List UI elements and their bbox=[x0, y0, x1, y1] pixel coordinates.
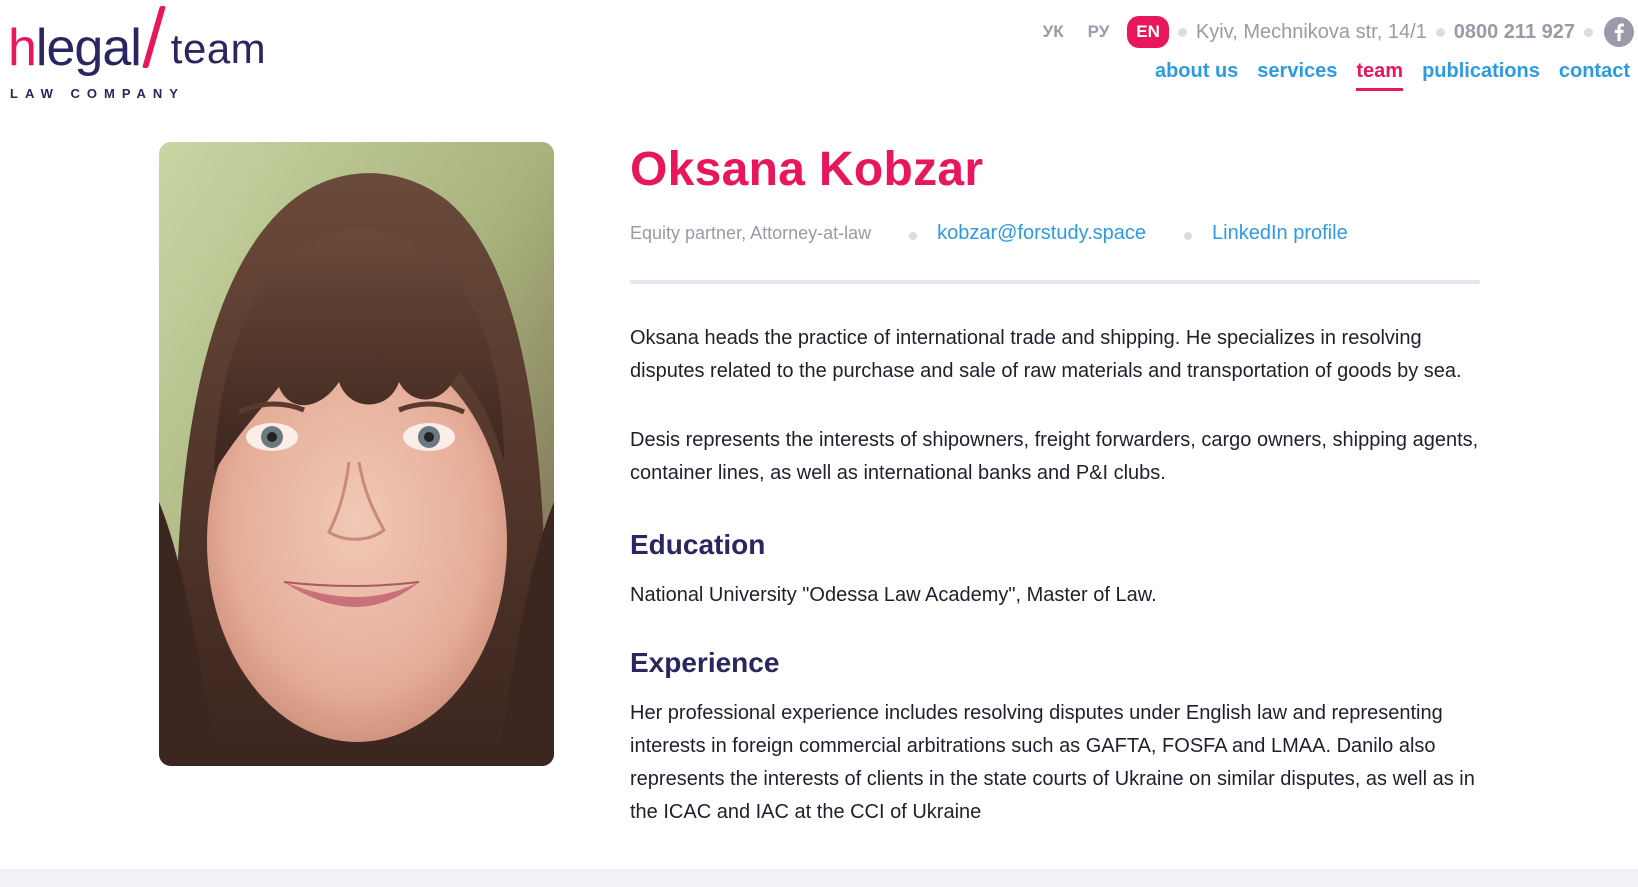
profile-role: Equity partner, Attorney-at-law bbox=[630, 222, 872, 243]
logo-team-text: team bbox=[170, 25, 267, 72]
nav-services[interactable]: services bbox=[1257, 58, 1337, 91]
separator-dot bbox=[1584, 27, 1593, 37]
profile-email-link[interactable]: kobzar@forstudy.space bbox=[937, 222, 1146, 245]
office-address: Kyiv, Mechnikova str, 14/1 bbox=[1195, 20, 1427, 43]
portrait-illustration bbox=[159, 142, 554, 766]
nav-contact[interactable]: contact bbox=[1559, 58, 1630, 91]
logo-h-letter: h bbox=[8, 19, 37, 77]
profile-photo bbox=[159, 142, 554, 766]
profile-content: Oksana Kobzar Equity partner, Attorney-a… bbox=[630, 140, 1480, 829]
nav-publications[interactable]: publications bbox=[1422, 58, 1540, 91]
education-heading: Education bbox=[630, 529, 766, 560]
experience-heading: Experience bbox=[630, 647, 780, 678]
education-text: National University "Odessa Law Academy"… bbox=[630, 584, 1157, 606]
separator-dot bbox=[1435, 27, 1445, 37]
language-ru[interactable]: РУ bbox=[1076, 16, 1122, 48]
main-nav: about us services team publications cont… bbox=[1155, 58, 1630, 91]
logo-hlegal: hlegal bbox=[8, 19, 142, 77]
language-en[interactable]: EN bbox=[1127, 16, 1169, 48]
linkedin-profile-link[interactable]: LinkedIn profile bbox=[1212, 222, 1348, 245]
top-bar: УК РУ EN Kyiv, Mechnikova str, 14/1 0800… bbox=[1031, 14, 1634, 50]
separator-dot bbox=[1184, 232, 1193, 240]
section-divider bbox=[630, 280, 1480, 284]
facebook-icon[interactable] bbox=[1604, 17, 1634, 47]
nav-team[interactable]: team bbox=[1356, 58, 1404, 91]
profile-name: Oksana Kobzar bbox=[630, 143, 984, 196]
logo-subtitle: LAW COMPANY bbox=[10, 86, 185, 101]
language-uk[interactable]: УК bbox=[1031, 16, 1076, 48]
experience-text: Her professional experience includes res… bbox=[630, 702, 1475, 823]
separator-dot bbox=[909, 232, 918, 240]
logo-wordmark: hlegal team bbox=[8, 6, 338, 74]
logo-slash bbox=[141, 6, 166, 68]
nav-about-us[interactable]: about us bbox=[1155, 58, 1238, 91]
profile-meta: Equity partner, Attorney-at-law kobzar@f… bbox=[630, 220, 1480, 246]
bio-paragraph-2: Desis represents the interests of shipow… bbox=[630, 429, 1479, 484]
bio-paragraph-1: Oksana heads the practice of internation… bbox=[630, 327, 1462, 382]
separator-dot bbox=[1177, 27, 1187, 37]
logo-legal-text: legal bbox=[35, 19, 142, 77]
company-logo[interactable]: hlegal team LAW COMPANY bbox=[8, 6, 338, 101]
footer-strip bbox=[0, 869, 1638, 887]
phone-number[interactable]: 0800 211 927 bbox=[1454, 21, 1575, 44]
